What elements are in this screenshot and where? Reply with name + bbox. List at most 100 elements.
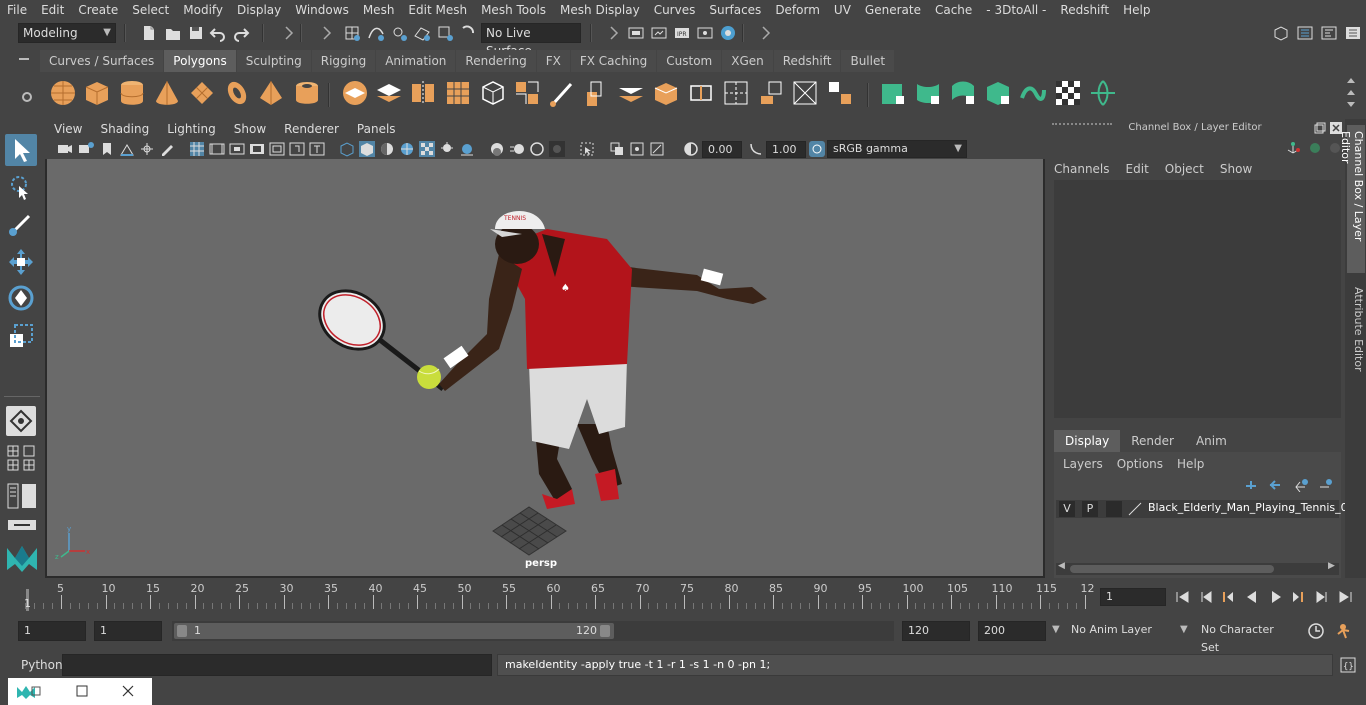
poly-pipe-icon[interactable] <box>292 78 322 108</box>
xray-components-icon[interactable] <box>649 141 665 157</box>
menu-uv[interactable]: UV <box>827 0 858 20</box>
uv-automatic-icon[interactable] <box>983 78 1013 108</box>
paint-select-tool[interactable] <box>5 208 37 240</box>
collapse-arrow-icon[interactable] <box>318 24 336 42</box>
shelf-tab-sculpting[interactable]: Sculpting <box>236 50 311 72</box>
sculpt-brush-icon[interactable] <box>547 78 577 108</box>
move-tool[interactable] <box>5 246 37 278</box>
lasso-tool[interactable] <box>5 172 37 204</box>
menu-windows[interactable]: Windows <box>288 0 356 20</box>
command-result-field[interactable]: makeIdentity -apply true -t 1 -r 1 -s 1 … <box>497 654 1333 676</box>
script-language-label[interactable]: Python <box>21 658 63 672</box>
tool-settings-icon[interactable] <box>1320 24 1338 42</box>
use-all-lights-icon[interactable] <box>439 141 455 157</box>
smooth-shade-icon[interactable] <box>359 141 375 157</box>
wireframe-on-shaded-icon[interactable] <box>399 141 415 157</box>
poly-cone-icon[interactable] <box>152 78 182 108</box>
menu-redshift[interactable]: Redshift <box>1053 0 1116 20</box>
maximize-icon[interactable] <box>76 685 88 697</box>
layer-tab-render[interactable]: Render <box>1120 430 1185 452</box>
perspective-viewport[interactable]: ♠ TENNIS persp y x z <box>47 159 1043 576</box>
play-backwards-icon[interactable] <box>1244 589 1260 605</box>
range-end-grip[interactable] <box>600 625 610 637</box>
camera-attributes-icon[interactable] <box>78 141 94 157</box>
range-slider-track[interactable]: 1 120 <box>172 621 894 641</box>
shelf-tab-fx-caching[interactable]: FX Caching <box>570 50 657 72</box>
show-menu[interactable]: Show <box>1220 162 1252 176</box>
help-menu[interactable]: Help <box>1177 457 1204 471</box>
menu-select[interactable]: Select <box>125 0 176 20</box>
script-editor-icon[interactable]: {} <box>1339 656 1357 674</box>
target-weld-icon[interactable] <box>790 78 820 108</box>
combine-icon[interactable] <box>340 78 370 108</box>
step-back-frame-icon[interactable] <box>1198 589 1214 605</box>
select-tool[interactable] <box>5 134 37 166</box>
live-surface-field[interactable]: No Live Surface <box>481 23 581 58</box>
chevron-down-icon[interactable]: ▼ <box>1052 624 1060 635</box>
remesh-icon[interactable] <box>512 78 542 108</box>
motion-blur-icon[interactable] <box>509 141 525 157</box>
shelf-tab-xgen[interactable]: XGen <box>722 50 773 72</box>
command-input[interactable] <box>62 654 492 676</box>
shelf-tab-bullet[interactable]: Bullet <box>841 50 895 72</box>
default-material-icon[interactable] <box>379 141 395 157</box>
layer-visibility-toggle[interactable]: V <box>1059 501 1075 517</box>
channel-box-icon[interactable] <box>1344 24 1362 42</box>
resolution-gate-icon[interactable] <box>229 141 245 157</box>
gate-mask-icon[interactable] <box>249 141 265 157</box>
shelf-tab-animation[interactable]: Animation <box>376 50 456 72</box>
maya-window-icon[interactable] <box>16 684 42 700</box>
shadows-icon[interactable] <box>459 141 475 157</box>
textured-icon[interactable] <box>419 141 435 157</box>
move-layer-up-icon[interactable] <box>1244 478 1258 492</box>
outliner-layout-button[interactable] <box>6 482 38 510</box>
vp-menu-show[interactable]: Show <box>225 122 275 136</box>
redo-icon[interactable] <box>232 24 250 42</box>
menu-deform[interactable]: Deform <box>768 0 827 20</box>
menu-help[interactable]: Help <box>1116 0 1157 20</box>
color-space-dropdown[interactable]: sRGB gamma ▼ <box>827 140 967 158</box>
shelf-scroll-arrows[interactable] <box>1346 75 1356 111</box>
field-chart-icon[interactable] <box>269 141 285 157</box>
layout-toggle-button[interactable] <box>6 518 38 532</box>
animation-preferences-icon[interactable] <box>1335 622 1355 640</box>
hypershade-icon[interactable] <box>719 24 737 42</box>
go-to-start-icon[interactable] <box>1174 589 1190 605</box>
new-scene-icon[interactable] <box>140 24 158 42</box>
snap-surface-icon[interactable] <box>436 24 454 42</box>
rotate-tool[interactable] <box>5 282 37 314</box>
uv-layout-icon[interactable] <box>1088 78 1118 108</box>
ambient-occlusion-icon[interactable] <box>489 141 505 157</box>
attribute-editor-icon[interactable] <box>1296 24 1314 42</box>
smooth-icon[interactable] <box>443 78 473 108</box>
image-plane-icon[interactable] <box>119 141 135 157</box>
time-slider[interactable]: 1 5 10 15 20 25 30 35 40 45 50 55 60 65 70 75 80 85 90 95 1… <box>18 582 1095 611</box>
poly-plane-icon[interactable] <box>187 78 217 108</box>
step-forward-frame-icon[interactable] <box>1314 589 1330 605</box>
new-layer-selected-icon[interactable] <box>1318 478 1332 492</box>
vp-menu-panels[interactable]: Panels <box>348 122 405 136</box>
collapse-arrow-icon[interactable] <box>280 24 298 42</box>
layer-scrollbar[interactable]: ◀ ▶ <box>1056 561 1339 575</box>
layer-playback-toggle[interactable]: P <box>1082 501 1098 517</box>
poly-pyramid-icon[interactable] <box>256 78 286 108</box>
tab-attribute-editor[interactable]: Attribute Editor <box>1347 281 1365 381</box>
layer-row[interactable]: V P Black_Elderly_Man_Playing_Tennis_00 <box>1056 500 1355 518</box>
menu-generate[interactable]: Generate <box>858 0 928 20</box>
poly-torus-icon[interactable] <box>222 78 252 108</box>
snap-point-icon[interactable] <box>390 24 408 42</box>
shelf-tab-curves-surfaces[interactable]: Curves / Surfaces <box>40 50 164 72</box>
menu-edit-mesh[interactable]: Edit Mesh <box>401 0 474 20</box>
extrude-icon[interactable] <box>581 78 611 108</box>
edit-menu[interactable]: Edit <box>1126 162 1149 176</box>
end-frame-field[interactable]: 200 <box>978 621 1046 641</box>
menu-mesh-display[interactable]: Mesh Display <box>553 0 647 20</box>
menu-modify[interactable]: Modify <box>176 0 230 20</box>
menu-mesh[interactable]: Mesh <box>356 0 402 20</box>
merge-icon[interactable] <box>825 78 855 108</box>
open-scene-icon[interactable] <box>164 24 182 42</box>
scale-tool[interactable] <box>5 320 37 352</box>
menu-3dtoall[interactable]: - 3DtoAll - <box>979 0 1053 20</box>
menu-edit[interactable]: Edit <box>34 0 71 20</box>
xray-joints-icon[interactable] <box>629 141 645 157</box>
